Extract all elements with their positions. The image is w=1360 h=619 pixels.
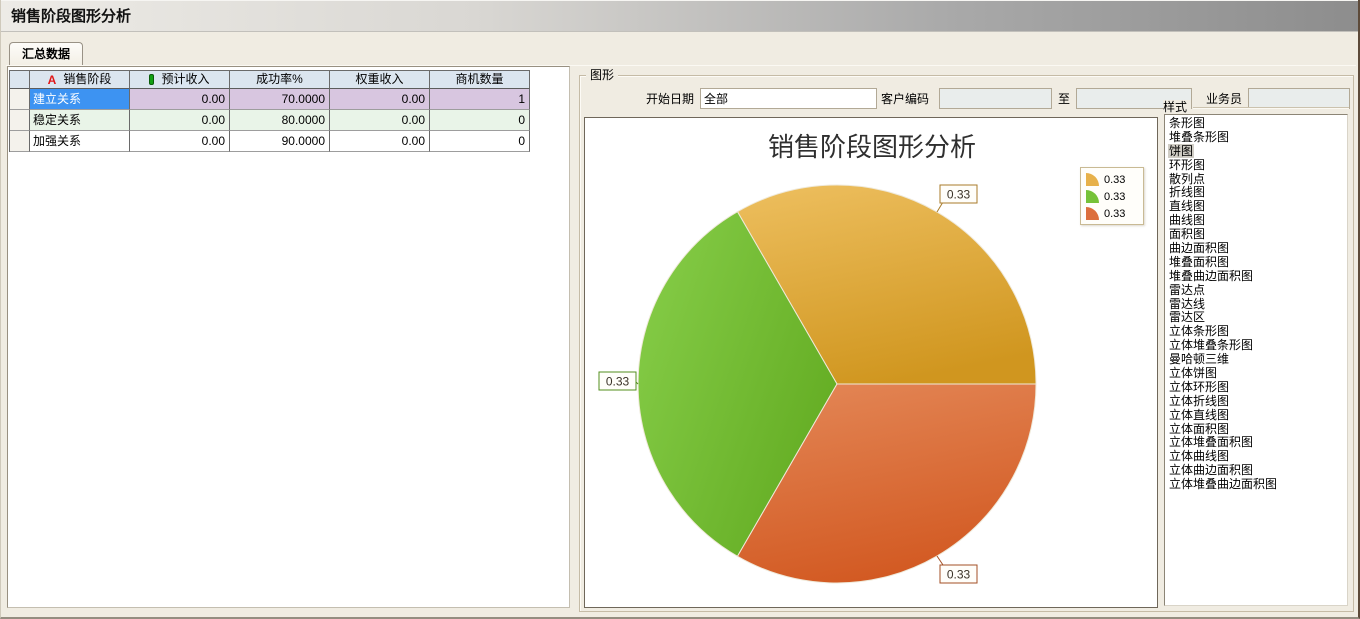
table-row: 建立关系0.0070.00000.001 bbox=[10, 89, 530, 110]
table-cell[interactable]: 90.0000 bbox=[230, 131, 330, 152]
to-label: 至 bbox=[1058, 89, 1070, 110]
legend-swatch-icon bbox=[1086, 207, 1099, 220]
style-groupbox-label: 样式 bbox=[1163, 100, 1191, 115]
column-header[interactable]: 成功率% bbox=[230, 71, 330, 89]
table-cell[interactable]: 0.00 bbox=[130, 110, 230, 131]
tab-summary-data[interactable]: 汇总数据 bbox=[9, 42, 83, 66]
style-option[interactable]: 直线图 bbox=[1168, 200, 1347, 214]
legend-label: 0.33 bbox=[1104, 208, 1125, 220]
table-row: 稳定关系0.0080.00000.000 bbox=[10, 110, 530, 131]
style-option[interactable]: 雷达线 bbox=[1168, 298, 1347, 312]
salesman-input bbox=[1248, 88, 1350, 109]
pie-chart-svg: 销售阶段图形分析 0.33 0.33 0.33 bbox=[585, 118, 1157, 607]
graph-groupbox-label: 图形 bbox=[586, 67, 618, 83]
style-option[interactable]: 曲边面积图 bbox=[1168, 242, 1347, 256]
style-option[interactable]: 立体环形图 bbox=[1168, 381, 1347, 395]
style-option[interactable]: 环形图 bbox=[1168, 159, 1347, 173]
style-option[interactable]: 折线图 bbox=[1168, 186, 1347, 200]
table-cell[interactable]: 0.00 bbox=[330, 89, 430, 110]
table-cell[interactable]: 80.0000 bbox=[230, 110, 330, 131]
column-header[interactable]: 商机数量 bbox=[430, 71, 530, 89]
style-option[interactable]: 立体直线图 bbox=[1168, 409, 1347, 423]
style-option[interactable]: 堆叠曲边面积图 bbox=[1168, 270, 1347, 284]
style-option[interactable]: 堆叠条形图 bbox=[1168, 131, 1347, 145]
style-option[interactable]: 曲线图 bbox=[1168, 214, 1347, 228]
row-indicator[interactable] bbox=[10, 89, 30, 110]
style-option[interactable]: 立体堆叠曲边面积图 bbox=[1168, 478, 1347, 492]
column-header[interactable]: A 销售阶段 bbox=[30, 71, 130, 89]
chart-legend: 0.33 0.33 0.33 bbox=[1080, 167, 1144, 225]
style-groupbox-line bbox=[1193, 107, 1349, 109]
legend-item: 0.33 bbox=[1086, 188, 1143, 205]
table-row: 加强关系0.0090.00000.000 bbox=[10, 131, 530, 152]
table-cell[interactable]: 0.00 bbox=[130, 89, 230, 110]
table-cell[interactable]: 0 bbox=[430, 131, 530, 152]
customer-code-label: 客户编码 bbox=[881, 89, 929, 110]
legend-item: 0.33 bbox=[1086, 205, 1143, 222]
table-cell[interactable]: 0.00 bbox=[130, 131, 230, 152]
column-header[interactable]: 预计收入 bbox=[130, 71, 230, 89]
style-option[interactable]: 立体饼图 bbox=[1168, 367, 1347, 381]
table-cell[interactable]: 稳定关系 bbox=[30, 110, 130, 131]
column-header[interactable]: 权重收入 bbox=[330, 71, 430, 89]
row-indicator-header bbox=[10, 71, 30, 89]
table-cell[interactable]: 加强关系 bbox=[30, 131, 130, 152]
legend-swatch-icon bbox=[1086, 173, 1099, 186]
style-option[interactable]: 饼图 bbox=[1168, 145, 1347, 159]
legend-swatch-icon bbox=[1086, 190, 1099, 203]
pie-callout-3: 0.33 bbox=[937, 556, 977, 583]
legend-label: 0.33 bbox=[1104, 191, 1125, 203]
table-cell[interactable]: 0.00 bbox=[330, 110, 430, 131]
chart-title: 销售阶段图形分析 bbox=[768, 133, 976, 163]
style-option[interactable]: 条形图 bbox=[1168, 117, 1347, 131]
summary-panel: A销售阶段预计收入成功率%权重收入商机数量 建立关系0.0070.00000.0… bbox=[7, 66, 570, 608]
style-option[interactable]: 雷达点 bbox=[1168, 284, 1347, 298]
table-header-row: A 销售阶段 预计收入 成功率% 权重收入 商机数量 bbox=[10, 71, 530, 89]
table-cell[interactable]: 0.00 bbox=[330, 131, 430, 152]
letter-a-icon: A bbox=[48, 75, 57, 85]
pie-callout-2: 0.33 bbox=[599, 372, 638, 390]
style-option[interactable]: 堆叠面积图 bbox=[1168, 256, 1347, 270]
legend-label: 0.33 bbox=[1104, 174, 1125, 186]
table-cell[interactable]: 70.0000 bbox=[230, 89, 330, 110]
style-listbox[interactable]: 条形图堆叠条形图饼图环形图散列点折线图直线图曲线图面积图曲边面积图堆叠面积图堆叠… bbox=[1164, 114, 1348, 606]
window-title: 销售阶段图形分析 bbox=[1, 0, 1358, 32]
column-header-label: 销售阶段 bbox=[63, 71, 111, 88]
style-option[interactable]: 立体堆叠条形图 bbox=[1168, 339, 1347, 353]
svg-text:0.33: 0.33 bbox=[606, 375, 630, 389]
app-window: 销售阶段图形分析 汇总数据 A 销售阶段 预计收入 成功率% 权重收入 商机数量 建立关系… bbox=[0, 0, 1360, 619]
green-bar-icon bbox=[149, 74, 154, 85]
pie-callout-1: 0.33 bbox=[937, 185, 977, 212]
row-indicator[interactable] bbox=[10, 110, 30, 131]
style-option[interactable]: 立体折线图 bbox=[1168, 395, 1347, 409]
customer-code-input bbox=[939, 88, 1052, 109]
start-date-label: 开始日期 bbox=[646, 89, 694, 110]
summary-table: A销售阶段预计收入成功率%权重收入商机数量 建立关系0.0070.00000.0… bbox=[9, 70, 530, 152]
column-header-label: 商机数量 bbox=[455, 71, 503, 88]
pie-chart-area: 销售阶段图形分析 0.33 0.33 0.33 0.33 0.33 0.33 bbox=[584, 117, 1158, 608]
style-option[interactable]: 曼哈顿三维 bbox=[1168, 353, 1347, 367]
column-header-label: 预计收入 bbox=[161, 71, 209, 88]
table-cell[interactable]: 建立关系 bbox=[30, 89, 130, 110]
column-header-label: 成功率% bbox=[256, 71, 303, 88]
table-cell[interactable]: 1 bbox=[430, 89, 530, 110]
row-indicator[interactable] bbox=[10, 131, 30, 152]
style-option[interactable]: 面积图 bbox=[1168, 228, 1347, 242]
svg-text:0.33: 0.33 bbox=[947, 188, 971, 202]
svg-text:0.33: 0.33 bbox=[947, 568, 971, 582]
start-date-input[interactable] bbox=[700, 88, 877, 109]
table-cell[interactable]: 0 bbox=[430, 110, 530, 131]
table-body: 建立关系0.0070.00000.001稳定关系0.0080.00000.000… bbox=[10, 89, 530, 152]
column-header-label: 权重收入 bbox=[355, 71, 403, 88]
legend-item: 0.33 bbox=[1086, 171, 1143, 188]
